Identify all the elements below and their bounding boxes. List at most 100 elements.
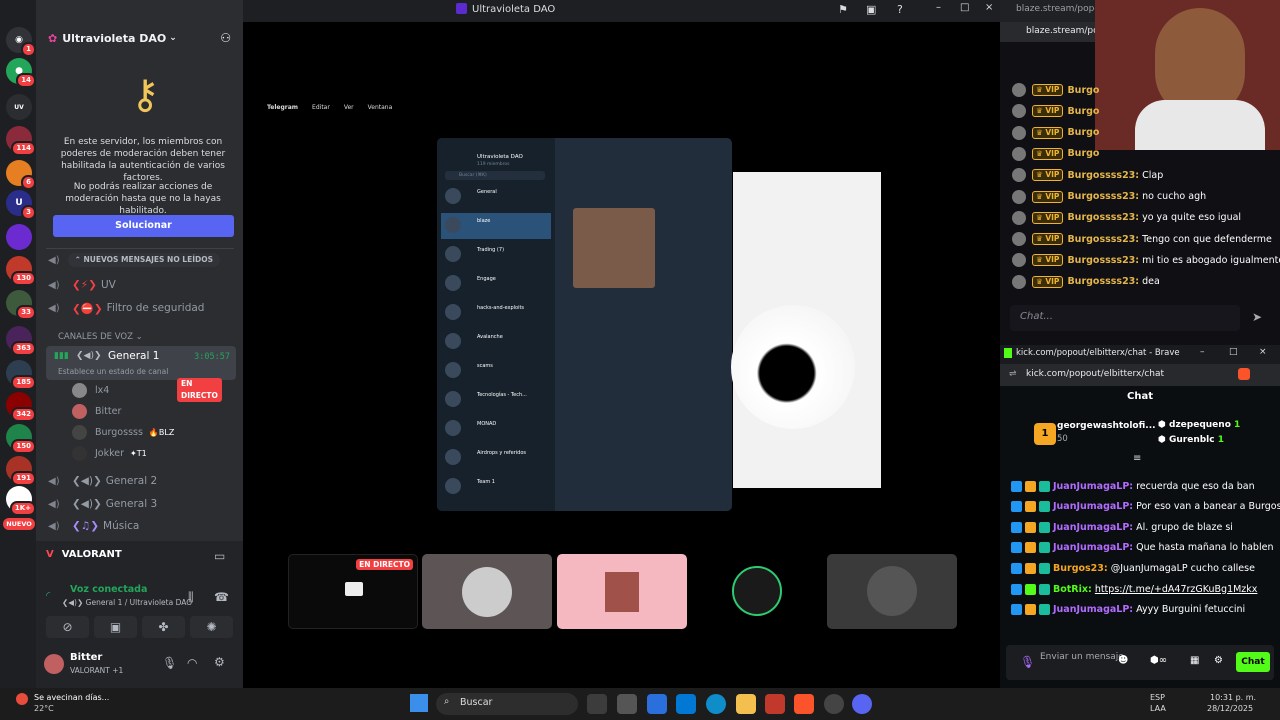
chat-username[interactable]: Burgossss23:: [1067, 234, 1139, 245]
weather-text[interactable]: Se avecinan días...: [34, 693, 109, 702]
active-voice-channel[interactable]: ▮▮▮ ❮◀)❯ General 1 3:05:57 Establece un …: [46, 346, 236, 380]
headphones-icon[interactable]: ◠: [187, 656, 197, 670]
chat-username[interactable]: Burgo: [1067, 148, 1099, 159]
telegram-window[interactable]: Ultravioleta DAO 119 miembros Buscar (⌘K…: [437, 138, 732, 511]
guild-header[interactable]: ✿ Ultravioleta DAO ⌄ ⚇: [36, 22, 243, 54]
server-icon[interactable]: 33: [6, 290, 36, 320]
activity-share-icon[interactable]: ▭: [214, 549, 225, 563]
channel-general-2[interactable]: ◀) ❮◀)❯ General 2: [48, 470, 236, 492]
app-icon[interactable]: [617, 694, 637, 714]
server-icon[interactable]: [6, 224, 32, 250]
add-member-icon[interactable]: ⚇: [220, 31, 231, 45]
brave-icon[interactable]: [794, 694, 814, 714]
server-icon[interactable]: 1K+: [6, 486, 36, 516]
chat-username[interactable]: Burgossss23:: [1067, 276, 1139, 287]
chat-username[interactable]: Burgossss23:: [1067, 170, 1139, 181]
telegram-chat-item[interactable]: Airdrops y referidos: [441, 445, 551, 471]
discord-home-icon[interactable]: ◉ 1: [6, 27, 36, 57]
discord-icon[interactable]: [852, 694, 872, 714]
activities-icon[interactable]: ✤: [142, 616, 185, 638]
chat-username[interactable]: JuanJumagaLP:: [1053, 604, 1133, 615]
app-icon[interactable]: [765, 694, 785, 714]
task-view-icon[interactable]: [587, 694, 607, 714]
server-icon[interactable]: 363: [6, 326, 36, 356]
server-icon[interactable]: 342: [6, 392, 36, 422]
help-icon[interactable]: ?: [897, 3, 903, 16]
chat-username[interactable]: JuanJumagaLP:: [1053, 501, 1133, 512]
gear-icon[interactable]: ⚙: [214, 655, 225, 669]
telegram-chat-item[interactable]: Tecnologías - Tech...: [441, 387, 551, 413]
voice-user[interactable]: Jokker ✦T1: [72, 443, 147, 463]
activity-row[interactable]: V VALORANT: [46, 549, 122, 560]
channel-uv[interactable]: ◀) ❮⚡❯ UV: [48, 274, 236, 296]
site-info-icon[interactable]: ⇌: [1009, 369, 1017, 379]
chat-username[interactable]: Burgo: [1067, 85, 1099, 96]
new-unread-pill[interactable]: ⌃ NUEVOS MENSAJES NO LEÍDOS: [67, 253, 221, 267]
channel-general-3[interactable]: ◀) ❮◀)❯ General 3: [48, 493, 236, 515]
participant-tile[interactable]: [422, 554, 552, 629]
fix-button[interactable]: Solucionar: [53, 215, 234, 237]
server-icon[interactable]: 191: [6, 456, 36, 486]
filter-icon[interactable]: ≡: [1133, 453, 1141, 464]
telegram-chat-item[interactable]: MONAD: [441, 416, 551, 442]
noise-suppression-icon[interactable]: ⫼: [188, 590, 194, 605]
kick-message-input[interactable]: Enviar un mensaje: [1040, 652, 1130, 662]
voice-connected-channel[interactable]: ❮◀)❯ General 1 / Ultravioleta DAO: [62, 598, 192, 607]
avatar[interactable]: [44, 654, 64, 674]
server-icon[interactable]: 130: [6, 256, 36, 286]
telegram-chat-item[interactable]: blaze: [441, 213, 551, 239]
maximize-icon[interactable]: □: [960, 2, 969, 13]
maximize-icon[interactable]: □: [1229, 347, 1238, 357]
stream-stage[interactable]: Telegram Editar Ver Ventana Ultravioleta…: [243, 22, 1000, 688]
telegram-search[interactable]: Buscar (⌘K): [445, 171, 545, 180]
telegram-chat-item[interactable]: Engage: [441, 271, 551, 297]
send-chat-button[interactable]: Chat: [1236, 652, 1270, 672]
chat-username[interactable]: BotRix:: [1053, 584, 1092, 595]
chat-username[interactable]: Burgos23:: [1053, 563, 1108, 574]
close-icon[interactable]: ×: [1259, 347, 1267, 357]
leader-name[interactable]: georgewashtolofi...: [1057, 421, 1156, 431]
server-icon[interactable]: 114: [6, 126, 36, 156]
telegram-chat-item[interactable]: scams: [441, 358, 551, 384]
chat-username[interactable]: Burgo: [1067, 106, 1099, 117]
telegram-chat-item[interactable]: Team 1: [441, 474, 551, 500]
language-indicator[interactable]: ESP: [1150, 693, 1165, 702]
voice-user[interactable]: Bitter: [72, 401, 121, 421]
gear-icon[interactable]: ⚙: [1214, 655, 1223, 666]
chat-username[interactable]: Burgossss23:: [1067, 255, 1139, 266]
server-icon[interactable]: 6: [6, 160, 36, 190]
microphone-icon[interactable]: 🎙: [162, 656, 177, 670]
channel-musica[interactable]: ◀) ❮♫❯ Música: [48, 515, 236, 537]
voice-user[interactable]: Burgossss 🔥BLZ: [72, 422, 174, 442]
stream-tile[interactable]: EN DIRECTO: [288, 554, 418, 629]
chat-input[interactable]: Chat...: [1010, 305, 1240, 331]
microphone-icon[interactable]: 🎙: [1020, 655, 1035, 669]
screen-share-icon[interactable]: ▣: [94, 616, 137, 638]
leader-name[interactable]: ⬢ Gurenblc 1: [1158, 435, 1224, 445]
copilot-icon[interactable]: [647, 694, 667, 714]
taskbar-search[interactable]: ⌕ Buscar: [436, 693, 578, 715]
send-icon[interactable]: ➤: [1252, 310, 1262, 324]
server-icon[interactable]: UV: [6, 94, 32, 120]
extensions-icon[interactable]: ⬢∞: [1150, 655, 1167, 666]
participant-tile[interactable]: [557, 554, 687, 629]
soundboard-icon[interactable]: ✺: [190, 616, 233, 638]
store-icon[interactable]: ▦: [1190, 655, 1199, 666]
server-icon[interactable]: ● 14: [6, 58, 36, 88]
brave-shield-icon[interactable]: [1238, 368, 1250, 380]
minimize-icon[interactable]: –: [1200, 347, 1205, 357]
chat-username[interactable]: Burgossss23:: [1067, 191, 1139, 202]
chat-username[interactable]: JuanJumagaLP:: [1053, 522, 1133, 533]
participant-tile[interactable]: [827, 554, 957, 629]
camera-off-icon[interactable]: ⊘: [46, 616, 89, 638]
telegram-chat-item[interactable]: Avalanche: [441, 329, 551, 355]
chat-username[interactable]: JuanJumagaLP:: [1053, 481, 1133, 492]
voice-user[interactable]: lx4 EN DIRECTO: [72, 378, 222, 402]
server-icon[interactable]: 185: [6, 360, 36, 390]
chat-username[interactable]: Burgossss23:: [1067, 212, 1139, 223]
minimize-icon[interactable]: –: [936, 2, 941, 13]
leader-name[interactable]: ⬢ dzepequeno 1: [1158, 420, 1240, 430]
windows-start-icon[interactable]: [410, 694, 428, 712]
store-icon[interactable]: [676, 694, 696, 714]
chat-username[interactable]: JuanJumagaLP:: [1053, 542, 1133, 553]
